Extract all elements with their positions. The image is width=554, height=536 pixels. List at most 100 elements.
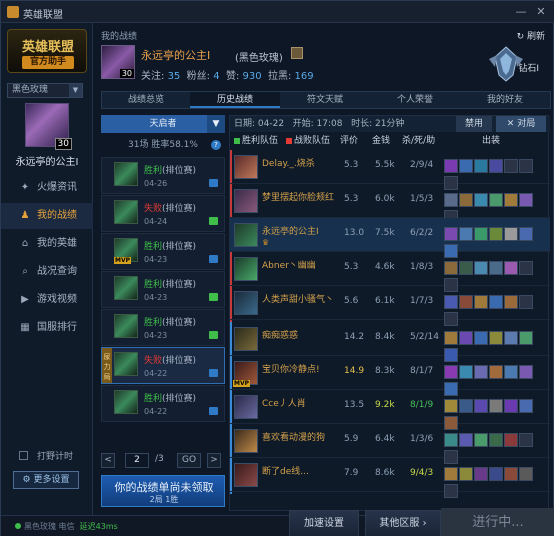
player-row[interactable]: Cce丿人肖 13.5 9.2k 8/1/9 — [230, 390, 550, 430]
champion-avatar — [234, 189, 258, 213]
player-score: 7.9 — [344, 468, 359, 478]
player-name[interactable]: 痴痴惑惑 — [262, 328, 348, 341]
player-name[interactable]: 断了de线... — [262, 464, 348, 477]
match-item[interactable]: 胜利(排位赛) 04-23 — [101, 309, 225, 346]
player-score: 13.5 — [344, 400, 365, 410]
player-name[interactable]: 喜欢看动漫的狗 — [262, 430, 348, 443]
match-item[interactable]: 胜利(排位赛) 04-26 — [101, 157, 225, 194]
tab-history[interactable]: 历史战绩 — [190, 92, 280, 108]
refresh-button[interactable]: ↻ 刷新 — [517, 29, 545, 42]
match-item[interactable]: 胜利(排位赛) 04-22 — [101, 385, 225, 422]
record-claim-banner[interactable]: 你的战绩单尚未领取 2局 1胜 — [101, 475, 225, 507]
player-name[interactable]: Cce丿人肖 — [262, 396, 348, 409]
match-item[interactable]: 失败(排位赛) 04-24 — [101, 195, 225, 232]
sidebar-item-videos[interactable]: ▶ 游戏视频 — [1, 287, 93, 313]
item-slots — [444, 365, 548, 396]
item-slots — [444, 331, 548, 362]
avatar[interactable]: 30 — [25, 103, 72, 150]
mode-text: (排位赛) — [162, 280, 197, 290]
player-row[interactable]: Abner丶幽幽 5.3 4.6k 1/8/3 — [230, 252, 550, 292]
page-input[interactable]: 2 — [125, 453, 149, 468]
sidebar-item-news[interactable]: ✦ 火爆资讯 — [1, 175, 93, 201]
ban-tab[interactable]: 禁用 — [456, 116, 492, 132]
sidebar-item-label: 游戏视频 — [37, 294, 77, 305]
match-date: 04-23 — [144, 255, 168, 264]
mvp-badge: MVP — [233, 380, 251, 387]
accelerate-settings-button[interactable]: 加速设置 — [289, 510, 359, 536]
player-row[interactable]: Delay._.烧杀 5.3 5.5k 2/9/4 — [230, 150, 550, 190]
player-name[interactable]: 梦里摆起你脸颊红 — [262, 190, 348, 203]
item-slots — [444, 433, 548, 464]
banner-subtitle: 2局 1胜 — [149, 495, 179, 504]
player-row[interactable]: 喜欢看动漫的狗 5.9 6.4k 1/3/6 — [230, 424, 550, 464]
mode-text: (排位赛) — [162, 166, 197, 176]
col-items: 出装 — [482, 136, 501, 146]
col-kda: 杀/死/助 — [402, 136, 436, 146]
result-text: 胜利 — [144, 242, 163, 252]
player-kda: 8/1/9 — [410, 400, 434, 410]
player-name[interactable]: Abner丶幽幽 — [262, 258, 348, 271]
launch-game-button[interactable]: 进行中... — [441, 508, 554, 536]
jungle-timer-toggle[interactable]: 打野计时 — [15, 449, 91, 463]
sidebar-item-ranking[interactable]: ▦ 国服排行 — [1, 315, 93, 341]
follow-count[interactable]: 35 — [168, 71, 181, 82]
champion-avatar — [234, 327, 258, 351]
vs-tab[interactable]: ✕ 对局 — [496, 116, 546, 132]
profile-stats: 关注: 35 粉丝: 4 赞: 930 拉黑: 169 — [141, 67, 314, 82]
match-item[interactable]: 胜利(排位赛) 04-23 — [101, 271, 225, 308]
player-name[interactable]: 宝贝你冷静点! — [262, 362, 348, 375]
help-icon[interactable]: ? — [211, 140, 221, 150]
search-icon: ⌕ — [22, 266, 28, 277]
other-servers-button[interactable]: 其他区服 › — [365, 510, 441, 536]
fans-count[interactable]: 4 — [213, 71, 219, 82]
player-score: 5.3 — [344, 194, 359, 204]
sidebar: 英雄联盟 官方助手 黑色玫瑰 ▼ 30 永远亭的公主Ⅰ ✦ 火爆资讯 ♟ 我的战… — [1, 23, 93, 515]
sidebar-item-my-records[interactable]: ♟ 我的战绩 — [1, 203, 93, 229]
sidebar-item-my-heroes[interactable]: ⌂ 我的英雄 — [1, 231, 93, 257]
player-row-self[interactable]: 永远亭的公主Ⅰ ♛ 13.0 7.5k 6/2/2 — [230, 218, 550, 258]
match-date: 04-22 — [144, 407, 168, 416]
jungle-timer-checkbox[interactable] — [19, 451, 28, 460]
player-row[interactable]: 痴痴惑惑 14.2 8.4k 5/2/14 — [230, 322, 550, 362]
tab-honor[interactable]: 个人荣誉 — [370, 92, 460, 108]
player-row[interactable]: 断了de线... 7.9 8.6k 9/4/3 — [230, 458, 550, 498]
match-item[interactable]: 尿力局 失败(排位赛) 04-22 — [101, 347, 225, 384]
close-icon[interactable]: ✕ — [533, 4, 549, 20]
sidebar-item-search[interactable]: ⌕ 战况查询 — [1, 259, 93, 285]
tab-friends[interactable]: 我的好友 — [460, 92, 550, 108]
match-result: 失败(排位赛) — [144, 353, 196, 366]
match-summary-text: 31场 胜率58.1% — [128, 140, 198, 150]
prev-page-button[interactable]: < — [101, 453, 115, 468]
match-result: 胜利(排位赛) — [144, 163, 196, 176]
follow-label: 关注: — [141, 71, 165, 82]
match-date: 04-23 — [144, 331, 168, 340]
champion-filter-select[interactable]: 天启者 ▼ — [101, 115, 225, 133]
minimize-icon[interactable]: — — [513, 4, 529, 20]
result-text: 胜利 — [144, 394, 163, 404]
player-kda: 5/2/14 — [410, 332, 439, 342]
more-settings-button[interactable]: ⚙ 更多设置 — [13, 471, 79, 489]
honor-badge-icon — [291, 47, 303, 59]
mvp-badge: MVP — [114, 257, 132, 264]
match-item[interactable]: MVP 胜利(排位赛) 04-23 — [101, 233, 225, 270]
map-icon — [209, 293, 218, 301]
jungle-timer-label: 打野计时 — [37, 452, 74, 462]
player-name[interactable]: 永远亭的公主Ⅰ — [262, 224, 348, 237]
server-status: 黑色玫瑰 电信 延迟43ms — [15, 521, 118, 532]
player-gold: 5.5k — [375, 160, 395, 170]
col-lose-team: 战败队伍 — [294, 136, 331, 146]
player-row[interactable]: 人类声甜小骚气丶 5.6 6.1k 1/7/3 — [230, 286, 550, 326]
tab-runes[interactable]: 符文天赋 — [280, 92, 370, 108]
player-name[interactable]: 人类声甜小骚气丶 — [262, 292, 348, 305]
account-select[interactable]: 黑色玫瑰 ▼ — [7, 83, 83, 98]
player-name[interactable]: Delay._.烧杀 — [262, 156, 348, 169]
match-date: 04-23 — [144, 293, 168, 302]
player-row[interactable]: MVP 宝贝你冷静点! 14.9 8.3k 8/1/7 — [230, 356, 550, 396]
go-button[interactable]: GO — [177, 453, 201, 468]
other-servers-label: 其他区服 — [379, 518, 420, 529]
player-row[interactable]: 梦里摆起你脸颊红 5.3 6.0k 1/5/3 — [230, 184, 550, 224]
app-logo-icon — [7, 6, 19, 18]
next-page-button[interactable]: > — [207, 453, 221, 468]
detail-header: 日期: 04-22 开始: 17:08 时长: 21分钟 禁用 ✕ 对局 — [230, 116, 550, 132]
tab-overview[interactable]: 战绩总览 — [102, 92, 190, 108]
